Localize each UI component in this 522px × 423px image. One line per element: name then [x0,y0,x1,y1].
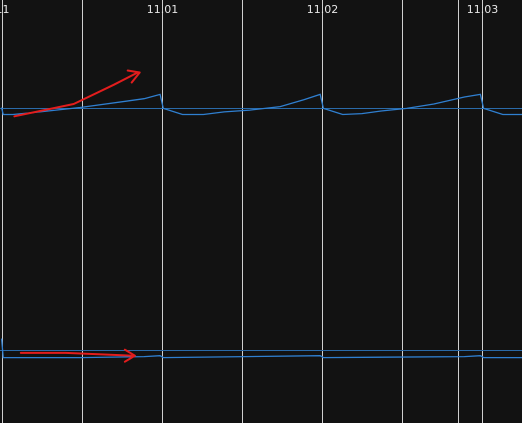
upper-series-line [0,93,522,116]
x-tick-label: 11.01 [147,3,179,16]
x-tick-label: 11.02 [307,3,339,16]
annotations [13,69,141,363]
chart: 11 11.01 11.02 11.03 [0,0,522,423]
series [0,93,522,359]
red-arrow-upper [13,71,139,118]
x-tick-label: 11 [0,3,10,16]
red-arrow-lower [19,351,134,357]
x-tick-label: 11.03 [467,3,499,16]
x-tick-labels: 11 11.01 11.02 11.03 [0,3,498,16]
lower-series-line [0,338,522,359]
reference-lines [0,108,522,351]
grid [2,0,483,423]
